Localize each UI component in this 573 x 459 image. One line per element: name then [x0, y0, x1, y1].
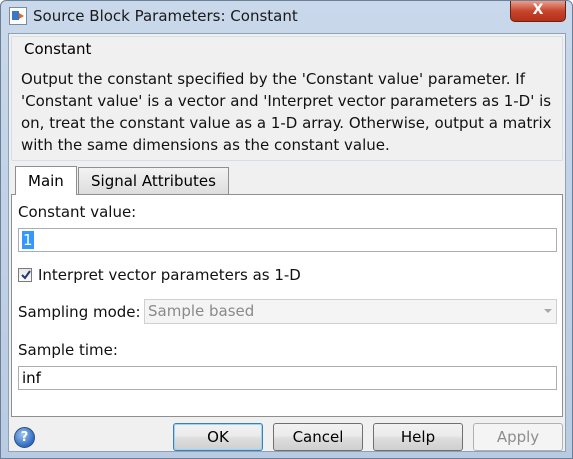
window-title: Source Block Parameters: Constant	[33, 7, 298, 25]
interpret-vector-label[interactable]: Interpret vector parameters as 1-D	[38, 266, 301, 284]
sampling-mode-label: Sampling mode:	[18, 303, 141, 321]
ok-button[interactable]: OK	[173, 423, 263, 451]
sampling-mode-select: Sample based	[144, 299, 557, 324]
constant-value-label: Constant value:	[18, 203, 137, 221]
interpret-vector-checkbox[interactable]	[18, 268, 32, 282]
constant-value-input[interactable]: 1	[18, 228, 557, 252]
sample-time-label: Sample time:	[18, 341, 118, 359]
block-description-group: Constant Output the constant specified b…	[11, 36, 563, 161]
help-circle-icon[interactable]: ?	[14, 427, 35, 448]
apply-button[interactable]: Apply	[473, 423, 563, 451]
simulink-block-icon[interactable]	[9, 7, 27, 25]
dialog-client-area: Constant Output the constant specified b…	[8, 33, 566, 452]
tab-main[interactable]: Main	[15, 166, 77, 195]
help-button[interactable]: Help	[373, 423, 463, 451]
sampling-mode-value: Sample based	[148, 302, 255, 320]
tab-container: Main Signal Attributes Constant value: 1…	[11, 166, 563, 417]
block-name: Constant	[23, 40, 93, 58]
tab-panel-main: Constant value: 1 Interpret vector param…	[11, 194, 563, 417]
sample-time-input[interactable]: inf	[18, 366, 557, 390]
dialog-window: Source Block Parameters: Constant X Cons…	[0, 0, 573, 459]
constant-value-text: 1	[22, 231, 34, 249]
tab-signal-attributes[interactable]: Signal Attributes	[78, 167, 229, 195]
close-button[interactable]: X	[510, 1, 566, 22]
title-bar[interactable]: Source Block Parameters: Constant X	[1, 1, 572, 33]
cancel-button[interactable]: Cancel	[273, 423, 363, 451]
sample-time-text: inf	[22, 369, 41, 387]
button-row: ? OK Cancel Help Apply	[9, 420, 565, 453]
check-icon	[21, 270, 31, 280]
block-description: Output the constant specified by the 'Co…	[21, 70, 552, 154]
chevron-down-icon	[544, 309, 552, 313]
close-icon: X	[532, 2, 544, 18]
